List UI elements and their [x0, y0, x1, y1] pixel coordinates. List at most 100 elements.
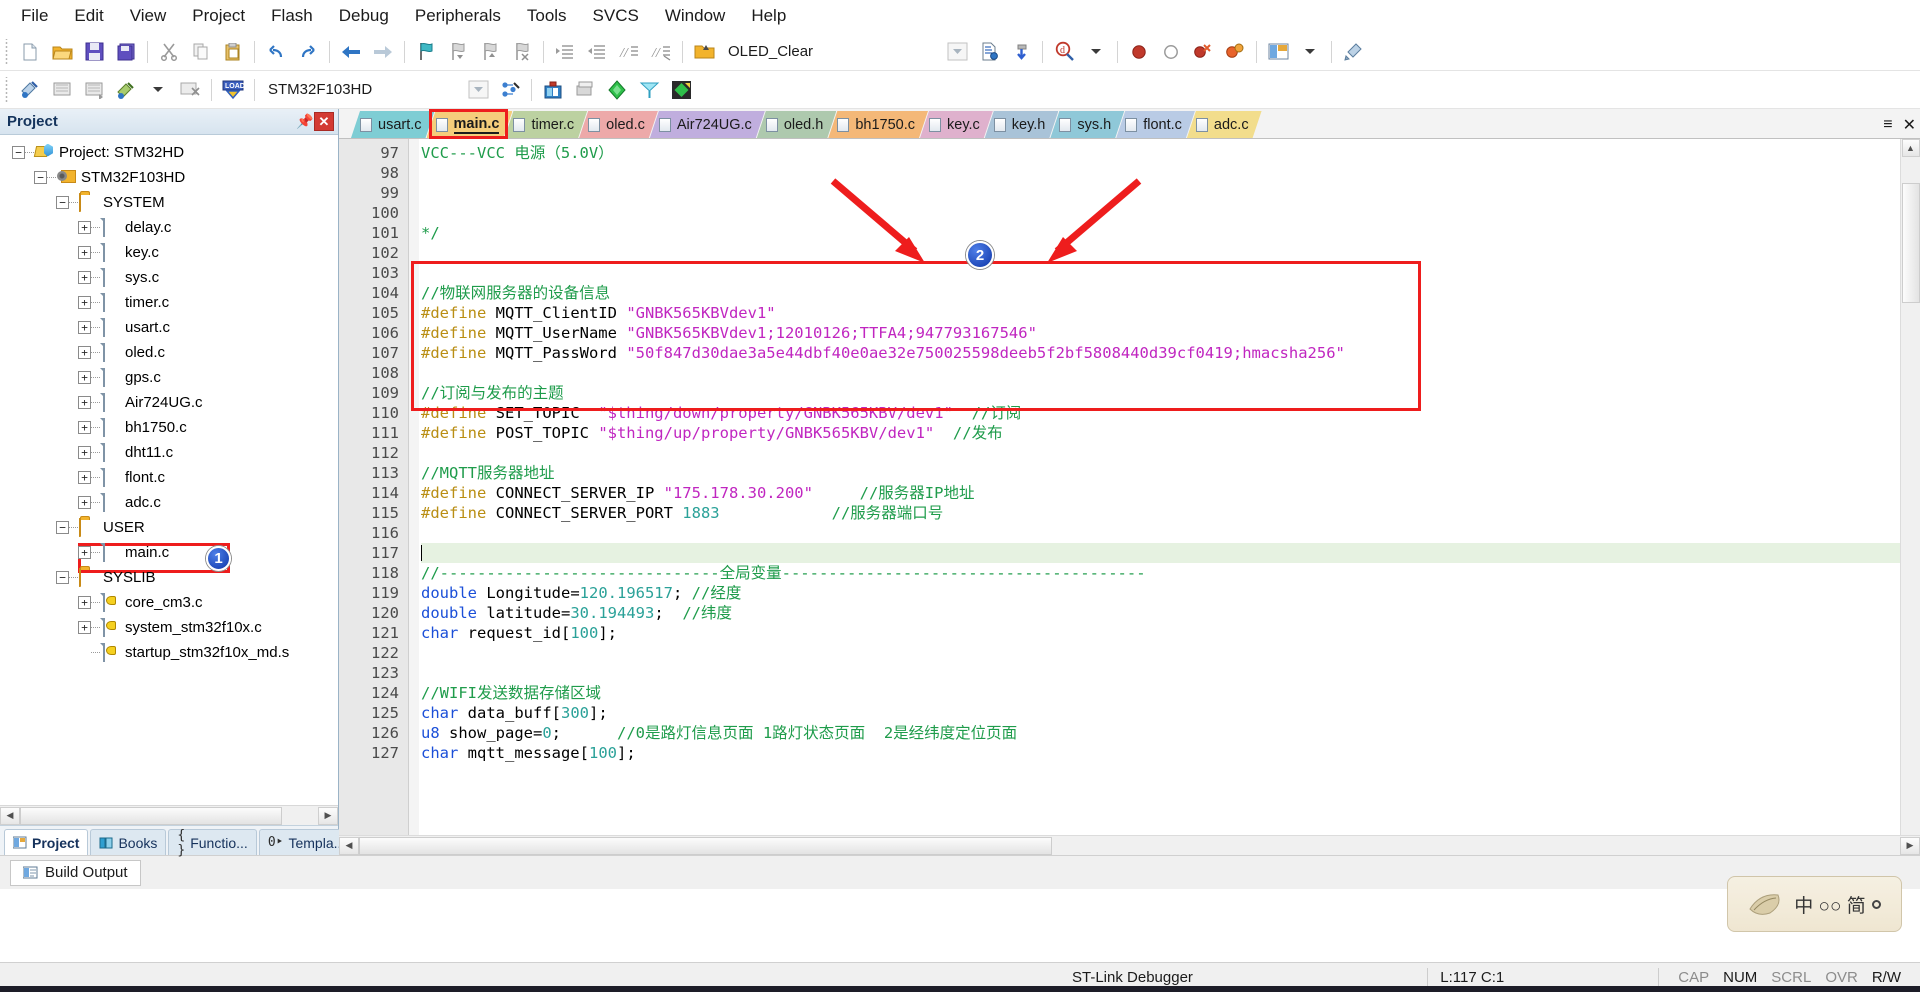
tree-item-main-c[interactable]: + main.c [0, 540, 338, 565]
expand-icon[interactable]: + [78, 221, 91, 234]
configure-target-icon[interactable] [1338, 37, 1368, 67]
code-line[interactable]: double latitude=30.194493; //纬度 [421, 603, 1900, 623]
pin-icon[interactable]: 📌 [296, 113, 314, 130]
code-line[interactable]: VCC---VCC 电源（5.0V） [421, 143, 1900, 163]
expand-icon[interactable]: + [78, 296, 91, 309]
menu-item-view[interactable]: View [117, 2, 180, 30]
code-line[interactable] [421, 243, 1900, 263]
indent-decrease-icon[interactable] [582, 37, 612, 67]
tab-close-icon[interactable]: ✕ [1903, 115, 1916, 135]
configure-icon[interactable] [1006, 37, 1036, 67]
download-icon[interactable]: LOAD [218, 75, 248, 105]
collapse-icon[interactable]: − [56, 521, 69, 534]
code-line[interactable]: u8 show_page=0; //0是路灯信息页面 1路灯状态页面 2是经纬度… [421, 723, 1900, 743]
toolbar-grip[interactable] [4, 38, 11, 65]
tab-books[interactable]: Books [90, 829, 167, 855]
code-line[interactable]: #define CONNECT_SERVER_IP "175.178.30.20… [421, 483, 1900, 503]
breakpoint-disable-all-icon[interactable] [1220, 37, 1250, 67]
code-line[interactable]: char data_buff[300]; [421, 703, 1900, 723]
project-tree[interactable]: 1 − Project: STM32HD − STM32F103HD − SYSTEM + d… [0, 135, 338, 805]
collapse-icon[interactable]: − [12, 146, 25, 159]
target-combo-value[interactable]: STM32F103HD [260, 77, 380, 103]
project-tree-hscrollbar[interactable]: ◀ ▶ [0, 805, 338, 825]
bookmark-clear-icon[interactable] [507, 37, 537, 67]
navigate-forward-icon[interactable] [368, 37, 398, 67]
tree-item-usart-c[interactable]: + usart.c [0, 315, 338, 340]
code-line[interactable]: //订阅与发布的主题 [421, 383, 1900, 403]
code-line[interactable] [421, 363, 1900, 383]
menu-item-help[interactable]: Help [738, 2, 799, 30]
menu-item-project[interactable]: Project [179, 2, 258, 30]
layout-dropdown-icon[interactable] [1295, 37, 1325, 67]
code-line[interactable]: double Longitude=120.196517; //经度 [421, 583, 1900, 603]
new-file-icon[interactable] [15, 37, 45, 67]
code-line[interactable] [421, 163, 1900, 183]
save-icon[interactable] [79, 37, 109, 67]
breakpoint-disable-icon[interactable] [1156, 37, 1186, 67]
tree-item-delay-c[interactable]: + delay.c [0, 215, 338, 240]
indent-increase-icon[interactable] [550, 37, 580, 67]
code-line[interactable]: //------------------------------全局变量----… [421, 563, 1900, 583]
scroll-right-icon[interactable]: ▶ [318, 806, 338, 825]
scroll-left-icon[interactable]: ◀ [339, 836, 359, 855]
scroll-right-icon[interactable]: ▶ [1900, 836, 1920, 855]
bookmark-next-icon[interactable] [475, 37, 505, 67]
code-line[interactable]: //物联网服务器的设备信息 [421, 283, 1900, 303]
target-options-icon[interactable] [495, 75, 525, 105]
tree-item-timer-c[interactable]: + timer.c [0, 290, 338, 315]
menu-item-edit[interactable]: Edit [61, 2, 116, 30]
editor-tab-usart-c[interactable]: usart.c [351, 111, 435, 138]
expand-icon[interactable]: + [78, 546, 91, 559]
tree-item-gps-c[interactable]: + gps.c [0, 365, 338, 390]
uncomment-lines-icon[interactable]: // [646, 37, 676, 67]
code-line[interactable] [421, 523, 1900, 543]
breakpoint-insert-icon[interactable] [1124, 37, 1154, 67]
bookmark-toggle-icon[interactable] [411, 37, 441, 67]
editor-hscrollbar[interactable]: ◀ ▶ [339, 835, 1920, 855]
vscroll-thumb[interactable] [1901, 183, 1920, 303]
code-line[interactable]: #define MQTT_PassWord "50f847d30dae3a5e4… [421, 343, 1900, 363]
tree-item-sys-c[interactable]: + sys.c [0, 265, 338, 290]
menu-item-tools[interactable]: Tools [514, 2, 580, 30]
stop-build-icon[interactable] [175, 75, 205, 105]
code-line[interactable] [421, 263, 1900, 283]
expand-icon[interactable]: + [78, 371, 91, 384]
rebuild-icon[interactable] [79, 75, 109, 105]
menu-item-window[interactable]: Window [652, 2, 738, 30]
tab-list-dropdown-icon[interactable]: ≡ [1883, 116, 1892, 134]
chevron-down-icon[interactable] [463, 75, 493, 105]
scroll-left-icon[interactable]: ◀ [0, 806, 20, 825]
editor-tab-timer-c[interactable]: timer.c [504, 111, 587, 138]
code-line[interactable] [421, 663, 1900, 683]
menu-item-peripherals[interactable]: Peripherals [402, 2, 514, 30]
code-line[interactable] [421, 443, 1900, 463]
tree-item-core-cm3-c[interactable]: + core_cm3.c [0, 590, 338, 615]
comment-lines-icon[interactable]: // [614, 37, 644, 67]
tree-item-startup-stm32f10x-md-s[interactable]: startup_stm32f10x_md.s [0, 640, 338, 665]
code-column[interactable]: VCC---VCC 电源（5.0V） *///物联网服务器的设备信息 #define… [409, 139, 1900, 835]
editor-tab-key-c[interactable]: key.c [920, 111, 993, 138]
code-line[interactable]: #define MQTT_UserName "GNBK565KBVdev1;12… [421, 323, 1900, 343]
undo-icon[interactable] [261, 37, 291, 67]
hscroll-thumb[interactable] [20, 806, 283, 825]
collapse-icon[interactable]: − [56, 196, 69, 209]
collapse-icon[interactable]: − [34, 171, 47, 184]
editor-tab-adc-c[interactable]: adc.c [1187, 111, 1262, 138]
build-output-tab[interactable]: Build Output [10, 859, 141, 886]
tree-item-adc-c[interactable]: + adc.c [0, 490, 338, 515]
source-code[interactable]: VCC---VCC 电源（5.0V） *///物联网服务器的设备信息 #define… [409, 139, 1900, 763]
code-line[interactable]: char mqtt_message[100]; [421, 743, 1900, 763]
tree-item-oled-c[interactable]: + oled.c [0, 340, 338, 365]
tree-item-key-c[interactable]: + key.c [0, 240, 338, 265]
expand-icon[interactable]: + [78, 496, 91, 509]
tree-item-syslib[interactable]: − SYSLIB [0, 565, 338, 590]
code-line[interactable]: //MQTT服务器地址 [421, 463, 1900, 483]
editor-tab-key-h[interactable]: key.h [985, 111, 1059, 138]
editor-hscroll-track[interactable] [359, 836, 1900, 855]
expand-icon[interactable]: + [78, 346, 91, 359]
menu-item-flash[interactable]: Flash [258, 2, 326, 30]
tree-item-user[interactable]: − USER [0, 515, 338, 540]
code-line[interactable]: #define SET_TOPIC "$thing/down/property/… [421, 403, 1900, 423]
code-line[interactable]: #define POST_TOPIC "$thing/up/property/G… [421, 423, 1900, 443]
expand-icon[interactable]: + [78, 321, 91, 334]
